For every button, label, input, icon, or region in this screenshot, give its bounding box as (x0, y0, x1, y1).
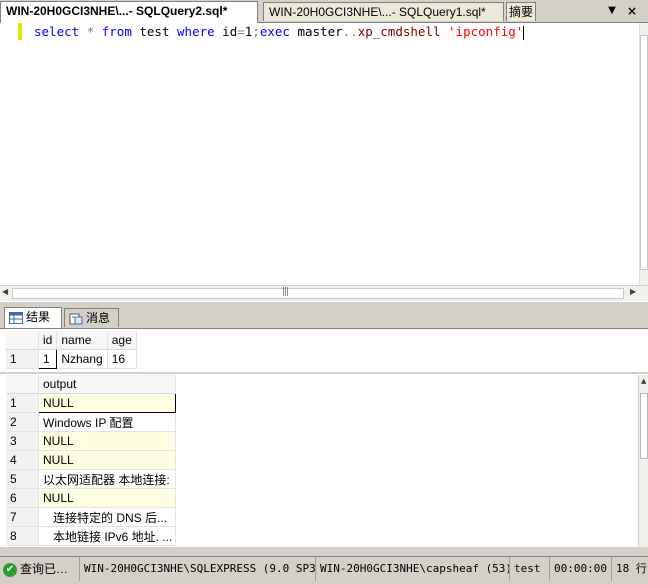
server-info: WIN-20H0GCI3NHE\SQLEXPRESS (9.0 SP3) (80, 557, 316, 581)
operator-equals: = (237, 24, 245, 39)
messages-icon (69, 313, 83, 324)
tab-messages-label: 消息 (86, 311, 111, 325)
system-procedure: xp_cmdshell (357, 24, 441, 39)
column-header-output[interactable]: output (38, 375, 176, 394)
row-number[interactable]: 1 (6, 393, 39, 413)
elapsed-time: 00:00:00 (550, 557, 612, 581)
query-status-text: 查询已… (20, 562, 69, 576)
tab-sqlquery2[interactable]: WIN-20H0GCI3NHE\...- SQLQuery2.sql* (0, 1, 258, 23)
keyword-select: select (34, 24, 80, 39)
database-name: master (289, 24, 343, 39)
editor-margin (0, 23, 20, 285)
column-header-id[interactable]: id (38, 331, 58, 350)
scroll-up-icon[interactable]: ▲ (641, 377, 646, 385)
success-check-icon: ✔ (3, 562, 17, 577)
changed-line-marker (18, 23, 22, 40)
table-row: 4 NULL (6, 450, 176, 470)
table-row: 5 以太网适配器 本地连接: (6, 469, 176, 489)
keyword-where: where (177, 24, 215, 39)
grid-separator (0, 372, 648, 374)
table-row: 2 Windows IP 配置 (6, 412, 176, 432)
tab-summary[interactable]: 摘要 (506, 2, 536, 21)
keyword-exec: exec (259, 24, 290, 39)
keyword-from: from (101, 24, 132, 39)
column-name: id (214, 24, 238, 39)
grid-cell-id[interactable]: 1 (37, 349, 58, 369)
close-tab-icon[interactable]: × (625, 3, 639, 19)
operator-dots: .. (342, 24, 358, 39)
tab-dropdown-icon[interactable]: ▼ (605, 3, 619, 19)
row-number[interactable]: 6 (6, 488, 39, 508)
column-header-age[interactable]: age (107, 331, 137, 350)
code-line-1[interactable]: select * from test where id=1;exec maste… (34, 23, 525, 40)
scroll-thumb[interactable] (640, 393, 648, 459)
grid-cell-output[interactable]: NULL (38, 431, 176, 451)
grid-corner[interactable] (6, 331, 39, 350)
scroll-thumb[interactable] (640, 35, 648, 270)
grid-cell-output[interactable]: Windows IP 配置 (38, 412, 176, 432)
column-header-name[interactable]: name (56, 331, 108, 350)
tab-results[interactable]: 结果 (4, 307, 62, 328)
scroll-grip-icon: ||| (282, 287, 289, 297)
grid-cell-output[interactable]: 本地链接 IPv6 地址. ... (38, 526, 176, 546)
document-tab-strip: WIN-20H0GCI3NHE\...- SQLQuery2.sql* WIN-… (0, 0, 648, 23)
row-number[interactable]: 4 (6, 450, 39, 470)
grid-cell-output[interactable]: 连接特定的 DNS 后... (38, 507, 176, 527)
query-editor[interactable]: select * from test where id=1;exec maste… (0, 23, 648, 285)
result-grid-1: id name age 1 1 Nzhang 16 (6, 331, 137, 369)
grid-corner[interactable] (6, 375, 39, 394)
table-row: 1 1 Nzhang 16 (6, 349, 137, 369)
editor-horizontal-scrollbar[interactable]: ◀ ||| ▶ (0, 285, 648, 301)
status-bar: ✔ 查询已… WIN-20H0GCI3NHE\SQLEXPRESS (9.0 SP… (0, 556, 648, 583)
query-status: ✔ 查询已… (0, 557, 80, 581)
scroll-right-icon[interactable]: ▶ (630, 287, 636, 296)
database-name: test (510, 557, 550, 581)
table-row: 7 连接特定的 DNS 后... (6, 507, 176, 527)
grid-cell-name[interactable]: Nzhang (56, 349, 108, 369)
table-row: 8 本地链接 IPv6 地址. ... (6, 526, 176, 546)
grid-cell-age[interactable]: 16 (107, 349, 137, 369)
scroll-thumb[interactable] (12, 288, 624, 299)
row-number[interactable]: 2 (6, 412, 39, 432)
result-tab-strip: 结果 消息 (0, 307, 648, 329)
table-name: test (131, 24, 178, 39)
row-number[interactable]: 8 (6, 526, 39, 546)
tab-results-label: 结果 (26, 310, 51, 324)
result-grid-2: output 1 NULL 2 Windows IP 配置 3 NULL 4 NULL … (6, 375, 176, 546)
table-row: 6 NULL (6, 488, 176, 508)
tab-messages[interactable]: 消息 (64, 308, 119, 327)
grid-cell-output[interactable]: NULL (38, 488, 176, 508)
table-row: 1 NULL (6, 393, 176, 413)
string-literal: 'ipconfig' (448, 24, 524, 39)
row-number[interactable]: 7 (6, 507, 39, 527)
operator-semicolon: ; (252, 24, 260, 39)
grid-cell-output[interactable]: 以太网适配器 本地连接: (38, 469, 176, 489)
scroll-left-icon[interactable]: ◀ (2, 287, 8, 296)
row-number[interactable]: 3 (6, 431, 39, 451)
row-count: 18 行 (616, 562, 647, 575)
results-pane: id name age 1 1 Nzhang 16 output 1 NULL 2… (0, 329, 648, 547)
table-row: 3 NULL (6, 431, 176, 451)
tab-sqlquery1[interactable]: WIN-20H0GCI3NHE\...- SQLQuery1.sql* (263, 2, 504, 21)
editor-vertical-scrollbar[interactable] (639, 23, 648, 285)
text-caret (523, 25, 525, 40)
row-number[interactable]: 5 (6, 469, 39, 489)
grid-icon (9, 311, 23, 324)
grid-cell-output[interactable]: NULL (38, 450, 176, 470)
grid-cell-output[interactable]: NULL (38, 393, 176, 413)
row-number[interactable]: 1 (6, 349, 39, 369)
results-vertical-scrollbar[interactable]: ▲ (638, 375, 648, 547)
user-info: WIN-20H0GCI3NHE\capsheaf (53) (316, 557, 510, 581)
